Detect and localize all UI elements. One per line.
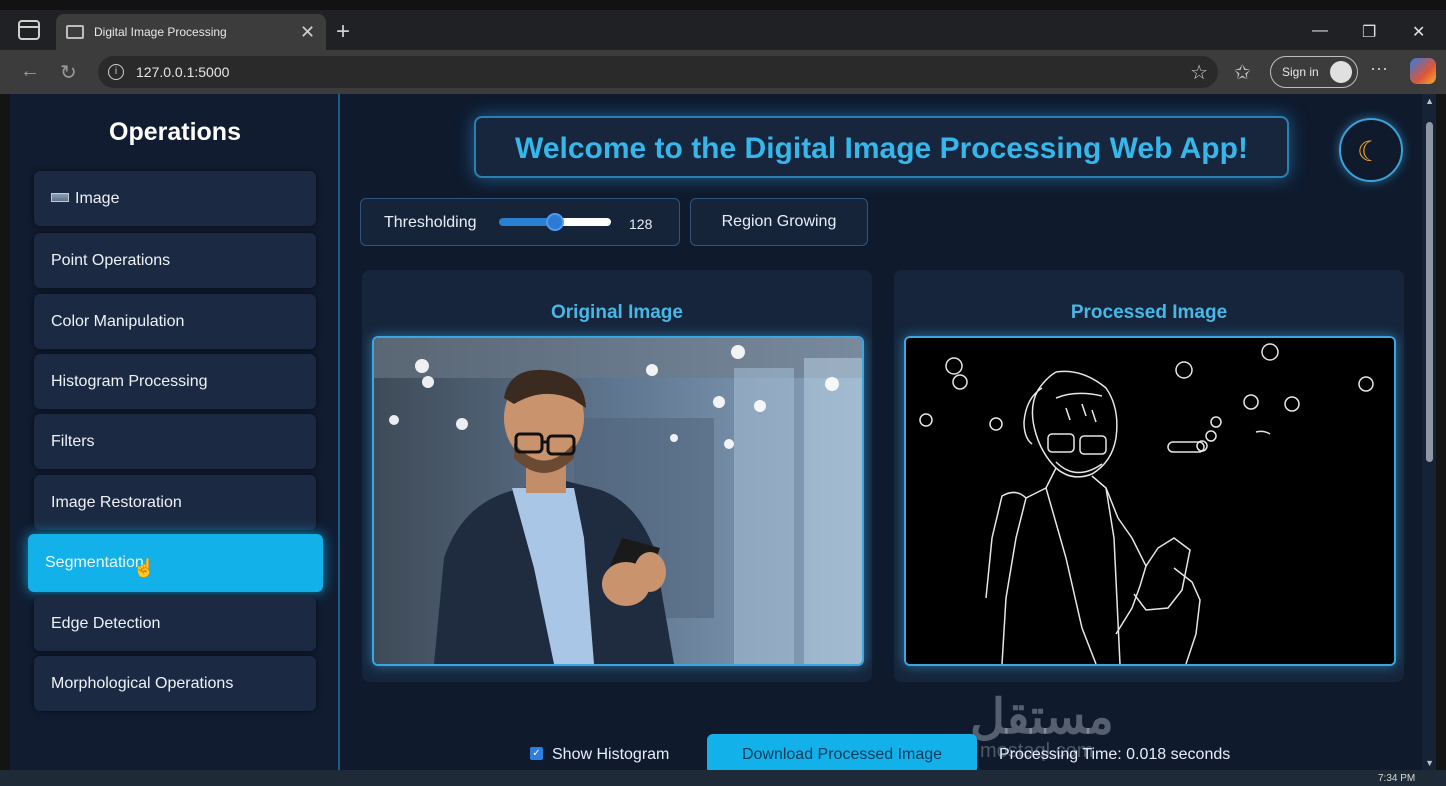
close-window-icon[interactable]: ✕ [1412,22,1425,42]
original-image-title: Original Image [551,302,683,323]
scroll-up-icon[interactable]: ▲ [1425,96,1434,106]
profile-avatar-icon [1330,61,1352,83]
sidebar-item-histogram-processing[interactable]: Histogram Processing [34,354,316,409]
browser-toolbar: ← ↻ i 127.0.0.1:5000 ☆ ✩ Sign in ··· [0,50,1446,94]
sidebar-item-label: Edge Detection [51,615,161,632]
operations-sidebar: Operations Image Point Operations Color … [10,94,340,770]
sidebar-item-label: Segmentation [45,554,144,571]
footer-controls: ✓ Show Histogram Download Processed Imag… [342,734,1422,770]
processing-time: Processing Time: 0.018 seconds [999,746,1231,763]
browser-tab[interactable]: Digital Image Processing ✕ [56,14,326,50]
sign-in-label: Sign in [1282,65,1319,79]
page-favicon-icon [66,25,84,39]
sidebar-item-morphological-operations[interactable]: Morphological Operations [34,656,316,711]
region-growing-button[interactable]: Region Growing [690,198,868,246]
sidebar-item-segmentation[interactable]: Segmentation ☝ [28,534,323,592]
tab-title: Digital Image Processing [94,25,227,39]
back-icon[interactable]: ← [20,60,40,83]
show-histogram-checkbox[interactable]: ✓ [530,747,543,760]
close-tab-icon[interactable]: ✕ [300,22,315,43]
tab-actions-icon[interactable] [18,20,40,40]
site-info-icon[interactable]: i [108,64,124,80]
region-growing-label: Region Growing [721,213,837,230]
threshold-value: 128 [629,216,653,232]
threshold-slider[interactable] [499,213,611,231]
sidebar-item-label: Image [75,190,120,207]
scroll-down-icon[interactable]: ▼ [1425,758,1434,768]
processed-image-panel: Processed Image [894,270,1404,682]
sign-in-button[interactable]: Sign in [1270,56,1358,88]
sidebar-item-point-operations[interactable]: Point Operations [34,233,316,288]
original-image-panel: Original Image [362,270,872,682]
restore-icon[interactable]: ❐ [1362,22,1376,42]
minimize-icon[interactable]: — [1312,22,1328,40]
browser-tab-bar: Digital Image Processing ✕ + — ❐ ✕ [0,10,1446,50]
page-scrollbar[interactable]: ▲ ▼ [1422,94,1436,770]
download-processed-image-button[interactable]: Download Processed Image [707,734,977,770]
favorite-star-icon[interactable]: ☆ [1190,60,1208,85]
url-text[interactable]: 127.0.0.1:5000 [136,64,229,80]
address-bar[interactable]: i 127.0.0.1:5000 ☆ [98,56,1218,88]
sidebar-item-image[interactable]: Image [34,171,316,226]
more-menu-icon[interactable]: ··· [1370,58,1388,79]
sidebar-item-label: Color Manipulation [51,313,185,330]
sidebar-item-filters[interactable]: Filters [34,414,316,469]
windows-taskbar: 7:34 PM [0,770,1446,786]
sidebar-item-label: Filters [51,433,95,450]
new-tab-icon[interactable]: + [336,18,350,46]
taskbar-clock: 7:34 PM [1378,773,1416,784]
download-button-label: Download Processed Image [741,746,943,763]
sidebar-item-label: Histogram Processing [51,373,208,390]
theme-toggle-button[interactable]: ☾ [1339,118,1403,182]
show-histogram-label: Show Histogram [552,746,670,763]
original-image [372,336,864,666]
welcome-banner: Welcome to the Digital Image Processing … [474,116,1289,178]
page-title: Welcome to the Digital Image Processing … [515,132,1248,165]
favorites-icon[interactable]: ✩ [1234,60,1251,85]
sidebar-title: Operations [109,118,241,146]
processed-image [904,336,1396,666]
page-viewport: Operations Image Point Operations Color … [10,94,1436,770]
image-icon [51,193,69,202]
sidebar-item-label: Morphological Operations [51,675,234,692]
hand-cursor-icon: ☝ [133,558,156,578]
thresholding-control: Thresholding 128 [360,198,680,246]
main-content: Welcome to the Digital Image Processing … [342,94,1436,770]
sidebar-item-color-manipulation[interactable]: Color Manipulation [34,294,316,349]
scrollbar-thumb[interactable] [1426,122,1433,462]
copilot-icon[interactable] [1410,58,1436,84]
processed-image-title: Processed Image [1070,302,1228,323]
moon-icon: ☾ [1357,136,1383,167]
sidebar-item-edge-detection[interactable]: Edge Detection [34,596,316,651]
sidebar-item-image-restoration[interactable]: Image Restoration [34,475,316,530]
thresholding-label: Thresholding [384,214,477,231]
threshold-slider-handle[interactable] [546,213,564,231]
sidebar-item-label: Point Operations [51,252,171,269]
window-top-edge [0,0,1446,10]
reload-icon[interactable]: ↻ [60,60,77,85]
sidebar-item-label: Image Restoration [51,494,182,511]
